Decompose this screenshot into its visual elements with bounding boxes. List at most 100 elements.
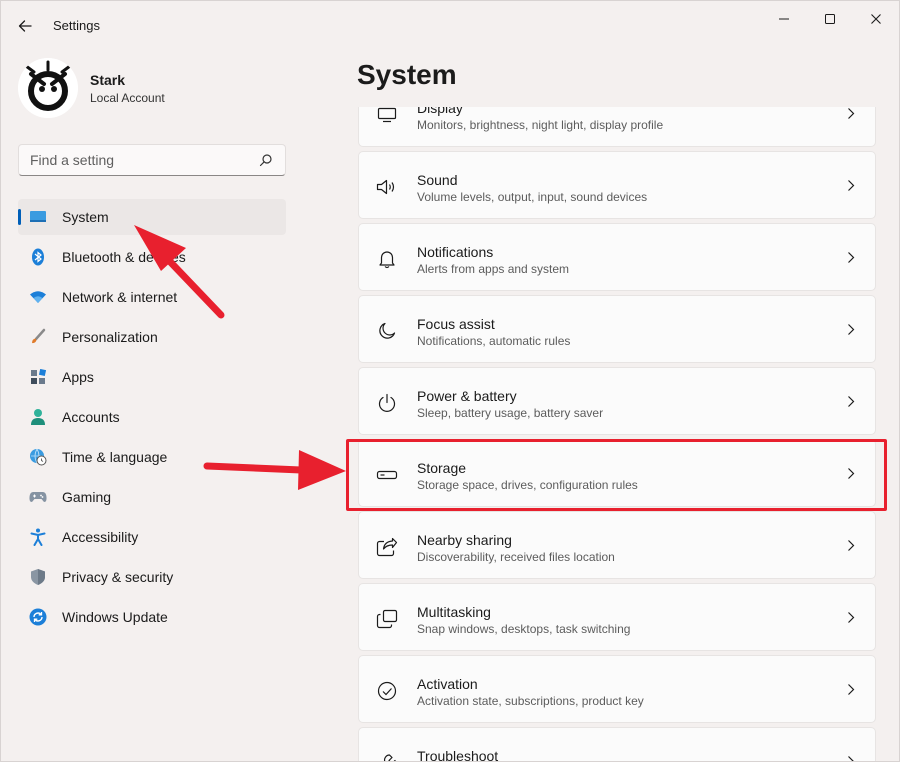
sidebar-item-label: Personalization — [62, 329, 158, 345]
sidebar-item-label: Bluetooth & devices — [62, 249, 186, 265]
page-title: System — [357, 59, 457, 90]
card-title: Nearby sharing — [417, 532, 512, 548]
globe-clock-icon — [29, 448, 47, 466]
card-description: Discoverability, received files location — [417, 550, 615, 564]
avatar[interactable] — [18, 58, 78, 118]
wifi-icon — [29, 288, 47, 306]
sidebar-item-label: Time & language — [62, 449, 168, 465]
card-description: Monitors, brightness, night light, displ… — [417, 118, 664, 132]
card-title: Power & battery — [417, 388, 517, 404]
close-icon — [871, 14, 881, 24]
settings-card-troubleshoot[interactable]: Troubleshoot — [358, 727, 876, 762]
search-icon[interactable] — [259, 153, 273, 167]
maximize-icon — [825, 14, 835, 24]
account-name: Stark — [90, 72, 126, 88]
settings-card-nearby-sharing[interactable]: Nearby sharing Discoverability, received… — [358, 511, 876, 579]
sidebar-item-personalization[interactable]: Personalization — [18, 319, 286, 355]
chevron-right-icon — [848, 252, 855, 263]
close-button[interactable] — [853, 5, 899, 33]
sidebar-item-apps[interactable]: Apps — [18, 359, 286, 395]
sidebar-item-gaming[interactable]: Gaming — [18, 479, 286, 515]
gamepad-icon — [29, 488, 47, 506]
system-icon — [29, 208, 47, 226]
card-description: Volume levels, output, input, sound devi… — [417, 190, 648, 204]
settings-card-sound[interactable]: Sound Volume levels, output, input, soun… — [358, 151, 876, 219]
sidebar-item-label: Privacy & security — [62, 569, 174, 585]
minimize-button[interactable] — [761, 5, 807, 33]
settings-card-display[interactable]: Display Monitors, brightness, night ligh… — [358, 107, 876, 147]
accessibility-icon — [29, 528, 47, 546]
check-circle-icon — [376, 680, 398, 702]
sidebar-item-label: Windows Update — [62, 609, 168, 625]
card-title: Display — [417, 107, 463, 116]
chevron-right-icon — [848, 396, 855, 407]
chevron-right-icon — [848, 612, 855, 623]
shield-icon — [29, 568, 47, 586]
card-title: Troubleshoot — [417, 748, 499, 762]
sidebar-nav: System Bluetooth & devices Network & int… — [18, 199, 286, 639]
chevron-right-icon — [848, 180, 855, 191]
settings-card-power-battery[interactable]: Power & battery Sleep, battery usage, ba… — [358, 367, 876, 435]
back-arrow-icon — [18, 20, 32, 32]
monitor-icon — [376, 107, 398, 126]
brush-icon — [29, 328, 47, 346]
maximize-button[interactable] — [807, 5, 853, 33]
search-input[interactable] — [19, 152, 249, 168]
settings-card-storage[interactable]: Storage Storage space, drives, configura… — [358, 439, 876, 507]
card-description: Activation state, subscriptions, product… — [417, 694, 644, 708]
chevron-right-icon — [848, 756, 854, 761]
settings-window: Settings Stark Local Account Find a sett… — [0, 0, 900, 762]
chevron-right-icon — [848, 324, 855, 335]
settings-card-focus-assist[interactable]: Focus assist Notifications, automatic ru… — [358, 295, 876, 363]
sidebar-item-label: Apps — [62, 369, 94, 385]
back-button[interactable] — [13, 14, 37, 38]
card-description: Alerts from apps and system — [417, 262, 570, 276]
sidebar-item-windows-update[interactable]: Windows Update — [18, 599, 286, 635]
card-title: Activation — [417, 676, 478, 692]
sidebar-item-time-language[interactable]: Time & language — [18, 439, 286, 475]
power-icon — [376, 392, 398, 414]
card-title: Sound — [417, 172, 458, 188]
settings-card-multitasking[interactable]: Multitasking Snap windows, desktops, tas… — [358, 583, 876, 651]
sidebar-item-accounts[interactable]: Accounts — [18, 399, 286, 435]
settings-card-notifications[interactable]: Notifications Alerts from apps and syste… — [358, 223, 876, 291]
card-description: Notifications, automatic rules — [417, 334, 571, 348]
chevron-right-icon — [848, 108, 855, 119]
chevron-right-icon — [848, 468, 855, 479]
sidebar-item-accessibility[interactable]: Accessibility — [18, 519, 286, 555]
wrench-icon — [376, 752, 398, 761]
person-icon — [29, 408, 47, 426]
search-box[interactable] — [18, 144, 286, 176]
card-title: Focus assist — [417, 316, 495, 332]
sidebar-item-label: System — [62, 209, 109, 225]
account-type: Local Account — [90, 91, 165, 105]
minimize-icon — [779, 18, 789, 20]
multitask-icon — [376, 608, 398, 630]
card-title: Multitasking — [417, 604, 491, 620]
sidebar-item-label: Accounts — [62, 409, 120, 425]
sidebar-item-label: Gaming — [62, 489, 112, 505]
selection-indicator — [18, 209, 21, 225]
sidebar-item-label: Accessibility — [62, 529, 139, 545]
sidebar-item-system[interactable]: System — [18, 199, 286, 235]
bluetooth-icon — [29, 248, 47, 266]
card-title: Storage — [417, 460, 467, 476]
bell-icon — [376, 248, 398, 270]
card-description: Storage space, drives, configuration rul… — [417, 478, 638, 492]
speaker-icon — [376, 176, 398, 198]
sidebar-item-label: Network & internet — [62, 289, 178, 305]
sidebar-item-network[interactable]: Network & internet — [18, 279, 286, 315]
drive-icon — [376, 464, 398, 486]
sidebar-item-privacy[interactable]: Privacy & security — [18, 559, 286, 595]
settings-list[interactable]: Display Monitors, brightness, night ligh… — [358, 107, 876, 762]
card-description: Snap windows, desktops, task switching — [417, 622, 631, 636]
chevron-right-icon — [848, 540, 855, 551]
card-description: Sleep, battery usage, battery saver — [417, 406, 604, 420]
share-icon — [376, 536, 398, 558]
apps-icon — [29, 368, 47, 386]
app-title: Settings — [53, 18, 100, 33]
settings-card-activation[interactable]: Activation Activation state, subscriptio… — [358, 655, 876, 723]
sidebar-item-bluetooth[interactable]: Bluetooth & devices — [18, 239, 286, 275]
card-title: Notifications — [417, 244, 494, 260]
chevron-right-icon — [848, 684, 855, 695]
